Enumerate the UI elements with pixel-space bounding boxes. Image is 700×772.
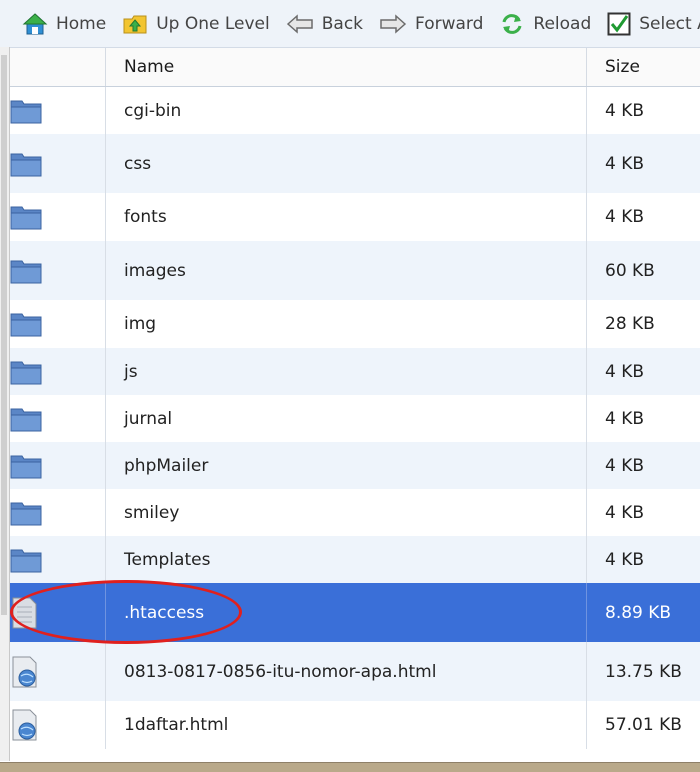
back-arrow-icon [286,13,313,34]
row-icon-cell [10,241,106,300]
table-row[interactable]: images 60 KB [10,241,700,300]
table-row[interactable]: phpMailer 4 KB [10,442,700,489]
row-icon-cell [10,489,106,536]
file-name[interactable]: 1daftar.html [106,701,587,749]
file-size: 4 KB [605,207,645,227]
reload-button[interactable]: Reload [491,0,599,47]
folder-icon [10,206,42,230]
up-folder-icon [123,15,147,33]
table-row[interactable]: fonts 4 KB [10,193,700,241]
checkbox-icon [607,12,631,35]
size-column-header[interactable]: Size [587,48,700,86]
file-size: 4 KB [605,361,645,382]
name-column-header[interactable]: Name [106,48,587,86]
forward-label: Forward [415,13,484,34]
folder-icon [10,455,42,478]
file-name[interactable]: jurnal [106,395,587,442]
file-name[interactable]: img [106,300,587,348]
file-size: 4 KB [605,100,645,121]
file-name[interactable]: css [106,134,587,193]
up-one-level-label: Up One Level [156,13,270,34]
home-label: Home [56,13,107,34]
folder-icon [10,549,42,572]
file-size: 57.01 KB [605,715,682,735]
forward-arrow-icon [380,13,407,34]
file-name[interactable]: images [106,241,587,300]
file-name[interactable]: smiley [106,489,587,536]
toolbar: Home Up One Level Back Forward Reload Se… [0,0,700,48]
file-name[interactable]: cgi-bin [106,87,587,134]
folder-icon [10,260,42,283]
table-row[interactable]: jurnal 4 KB [10,395,700,442]
table-row[interactable]: 0813-0817-0856-itu-nomor-apa.html 13.75 K… [10,642,700,701]
row-icon-cell [10,348,106,395]
file-name[interactable]: js [106,348,587,395]
file-name[interactable]: Templates [106,536,587,583]
file-size: 4 KB [605,455,645,476]
folder-icon [10,153,42,176]
table-row[interactable]: cgi-bin 4 KB [10,87,700,134]
file-size: 4 KB [605,502,645,523]
row-icon-cell [10,442,106,489]
table-row[interactable]: .htaccess 8.89 KB [10,583,700,642]
file-size: 4 KB [605,408,645,429]
file-table: Name Size cgi-bin 4 KB css 4 KB fonts 4 KB … [10,48,700,749]
row-icon-cell [10,87,106,134]
file-name[interactable]: 0813-0817-0856-itu-nomor-apa.html [106,642,587,701]
select-all-label: Select Al [639,13,700,34]
file-size: 8.89 KB [605,602,672,623]
file-size: 4 KB [605,549,645,570]
html-file-icon [12,709,37,741]
file-name[interactable]: fonts [106,193,587,241]
table-row[interactable]: Templates 4 KB [10,536,700,583]
file-list: cgi-bin 4 KB css 4 KB fonts 4 KB images 60 K… [10,87,700,749]
table-row[interactable]: css 4 KB [10,134,700,193]
row-icon-cell [10,395,106,442]
row-icon-cell [10,300,106,348]
table-row[interactable]: 1daftar.html 57.01 KB [10,701,700,749]
html-file-icon [12,656,37,687]
row-icon-cell [10,583,106,642]
home-icon [22,12,48,34]
home-button[interactable]: Home [0,0,114,47]
folder-icon [10,100,42,123]
back-label: Back [321,13,364,34]
back-button[interactable]: Back [278,0,371,47]
row-icon-cell [10,134,106,193]
file-size: 28 KB [605,314,655,334]
left-scrollbar[interactable] [0,47,10,761]
select-all-button[interactable]: Select Al [599,0,700,47]
table-row[interactable]: js 4 KB [10,348,700,395]
row-icon-cell [10,193,106,241]
file-name[interactable]: phpMailer [106,442,587,489]
folder-icon [10,502,42,525]
text-file-icon [12,597,37,628]
forward-button[interactable]: Forward [371,0,491,47]
icon-column-header [10,48,106,86]
table-row[interactable]: smiley 4 KB [10,489,700,536]
file-size: 60 KB [605,260,655,281]
table-header: Name Size [10,48,700,87]
file-size: 13.75 KB [605,661,682,682]
row-icon-cell [10,642,106,701]
file-size: 4 KB [605,153,645,174]
up-one-level-button[interactable]: Up One Level [114,0,278,47]
folder-icon [10,313,42,337]
row-icon-cell [10,701,106,749]
file-name[interactable]: .htaccess [106,583,587,642]
folder-icon [10,361,42,384]
row-icon-cell [10,536,106,583]
reload-icon [502,13,522,34]
folder-icon [10,408,42,431]
table-row[interactable]: img 28 KB [10,300,700,348]
scrollbar-thumb[interactable] [1,55,7,615]
reload-label: Reload [533,13,592,34]
